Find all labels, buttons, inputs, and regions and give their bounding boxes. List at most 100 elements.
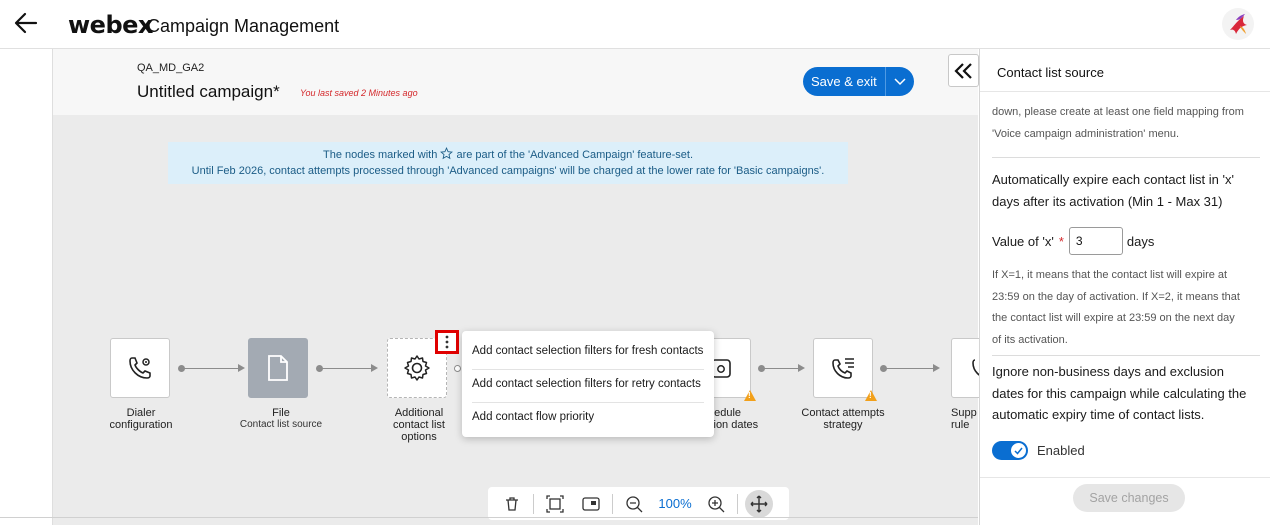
ignore-description: Ignore non-business days and exclusion d… <box>992 361 1260 426</box>
expire-line2: days after its activation (Min 1 - Max 3… <box>992 193 1223 209</box>
connector-dot <box>454 365 461 372</box>
menu-item-fresh-filters[interactable]: Add contact selection filters for fresh … <box>472 337 704 370</box>
node-contact-attempts-strategy[interactable] <box>813 338 873 398</box>
ignore-line3: automatic expiry time of contact lists. <box>992 407 1205 422</box>
canvas-bottom-border <box>0 517 978 518</box>
app-root: webex Campaign Management QA_MD_GA2 Unti… <box>0 0 1270 525</box>
minimap-button[interactable] <box>573 490 609 518</box>
campaign-name[interactable]: Untitled campaign* <box>137 82 280 102</box>
expire-description: Automatically expire each contact list i… <box>992 169 1260 212</box>
phone-list-icon <box>832 358 854 379</box>
menu-item-retry-filters[interactable]: Add contact selection filters for retry … <box>472 370 704 403</box>
advanced-feature-banner: The nodes marked with are part of the 'A… <box>168 142 848 184</box>
toolbar-divider <box>533 493 534 514</box>
expiry-days-input[interactable] <box>1068 227 1123 255</box>
node-schedule-line1: hedule <box>708 407 742 419</box>
expire-section: Automatically expire each contact list i… <box>992 157 1260 212</box>
app-title: Campaign Management <box>147 16 340 36</box>
hint-line1: If X=1, it means that the contact list w… <box>992 269 1228 281</box>
days-unit-label: days <box>1126 233 1155 249</box>
ignore-nonbusiness-toggle[interactable] <box>992 441 1028 460</box>
connector-arrow <box>238 364 245 372</box>
intro-line2: 'Voice campaign administration' menu. <box>992 127 1180 140</box>
node-supp-line2: rule <box>951 419 970 431</box>
zoom-in-button[interactable] <box>698 490 734 518</box>
toggle-label: Enabled <box>1037 443 1085 458</box>
node-label-additional: Additional contact list options <box>393 407 445 443</box>
connector-line <box>763 368 803 369</box>
minimap-icon <box>582 496 600 511</box>
fit-screen-button[interactable] <box>537 490 573 518</box>
node-file-title: File <box>272 407 290 419</box>
trash-icon <box>506 496 518 511</box>
kebab-menu-icon <box>445 335 449 349</box>
connector-arrow <box>371 364 378 372</box>
save-exit-button[interactable]: Save & exit <box>803 67 885 96</box>
node-label-schedule: hedule sion dates <box>708 407 768 431</box>
expiry-value-row: Value of 'x' * days <box>992 227 1154 255</box>
double-chevron-left-icon <box>953 62 972 79</box>
save-options-button[interactable] <box>884 67 914 96</box>
phone-gear-icon <box>129 357 151 379</box>
save-button-group: Save & exit <box>803 67 914 96</box>
ignore-section: Ignore non-business days and exclusion d… <box>992 355 1260 426</box>
gear-icon <box>404 355 430 381</box>
connector-line <box>183 368 238 369</box>
brand-logo: webex <box>68 11 153 39</box>
bird-logo-icon <box>1230 14 1247 34</box>
node-supp-line1: Supp <box>951 407 977 419</box>
banner-line1-post: are part of the 'Advanced Campaign' feat… <box>456 149 694 161</box>
canvas-toolbar: 100% <box>488 487 789 520</box>
panel-body[interactable]: down, please create at least one field m… <box>992 92 1260 475</box>
node-file-subtitle: Contact list source <box>239 419 323 430</box>
last-saved-note: You last saved 2 Minutes ago <box>300 88 418 98</box>
ignore-line2: dates for this campaign while calculatin… <box>992 385 1247 401</box>
intro-line1: down, please create at least one field m… <box>992 106 1244 118</box>
warning-icon <box>744 390 756 401</box>
connector-arrow <box>933 364 940 372</box>
node-context-menu: Add contact selection filters for fresh … <box>462 331 714 437</box>
canvas-header: QA_MD_GA2 Untitled campaign* You last sa… <box>53 49 978 115</box>
left-rail <box>0 49 53 525</box>
zoom-out-button[interactable] <box>616 490 652 518</box>
expiry-hint-text: If X=1, it means that the contact list w… <box>992 265 1240 351</box>
hint-line3: the contact list will expire at 23:59 on… <box>992 312 1235 324</box>
zoom-in-icon <box>708 495 725 512</box>
pan-button[interactable] <box>745 489 773 518</box>
toolbar-divider <box>612 493 613 514</box>
node-schedule-line2: sion dates <box>708 419 759 431</box>
properties-panel: Contact list source down, please create … <box>979 49 1270 525</box>
file-icon <box>268 355 288 381</box>
node-dialer-configuration[interactable] <box>110 338 170 398</box>
star-icon <box>440 147 454 160</box>
avatar[interactable] <box>1222 8 1254 40</box>
node-label-supp: Supp rule <box>951 407 981 431</box>
hint-line2: 23:59 on the day of activation. If X=2, … <box>992 290 1240 303</box>
node-label-dialer: Dialer configuration <box>109 407 173 431</box>
save-changes-button[interactable]: Save changes <box>1073 484 1185 512</box>
expire-line1: Automatically expire each contact list i… <box>992 172 1234 187</box>
check-icon <box>1014 447 1023 455</box>
required-marker: * <box>1058 233 1064 249</box>
connector-line <box>321 368 371 369</box>
campaign-code: QA_MD_GA2 <box>137 62 205 74</box>
panel-intro-text: down, please create at least one field m… <box>992 102 1244 145</box>
zoom-level: 100% <box>658 496 692 511</box>
back-arrow-icon[interactable] <box>12 10 40 36</box>
node-label-file: File Contact list source <box>223 407 339 431</box>
panel-title: Contact list source <box>997 65 1104 80</box>
pan-move-icon <box>750 495 768 512</box>
toolbar-divider <box>737 493 738 514</box>
node-more-options-button[interactable] <box>435 330 459 354</box>
zoom-out-icon <box>626 495 643 512</box>
banner-line2: Until Feb 2026, contact attempts process… <box>191 165 825 177</box>
top-bar: webex Campaign Management <box>0 0 1270 49</box>
node-label-attempts: Contact attempts strategy <box>801 407 885 431</box>
menu-item-flow-priority[interactable]: Add contact flow priority <box>472 403 704 436</box>
collapse-panel-button[interactable] <box>948 54 979 87</box>
delete-button[interactable] <box>494 490 530 518</box>
toggle-knob <box>1011 443 1026 458</box>
connector-arrow <box>798 364 805 372</box>
flow-canvas[interactable]: The nodes marked with are part of the 'A… <box>53 115 1011 525</box>
node-file[interactable] <box>248 338 308 398</box>
